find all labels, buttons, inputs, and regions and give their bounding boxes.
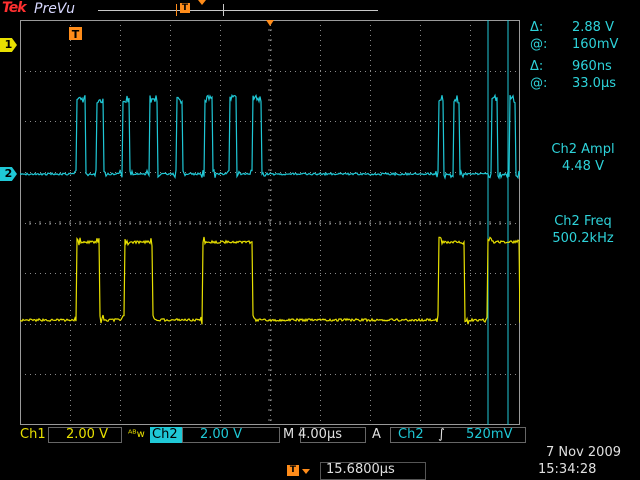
measurement-2-value: 500.2kHz	[526, 231, 640, 246]
ch1-label: Ch1	[20, 427, 46, 443]
bandwidth-limit-icon: ᴬᴮw	[128, 427, 145, 443]
time-at-value: 33.0µs	[572, 76, 616, 91]
amplitude-at-symbol: @:	[530, 37, 547, 52]
time-delta-symbol: Δ:	[530, 59, 543, 74]
graticule	[20, 20, 520, 425]
top-bar: Tek PreVu T	[0, 0, 640, 20]
amplitude-delta-value: 2.88 V	[572, 20, 614, 35]
rising-edge-icon: ∫	[438, 427, 445, 443]
measurement-panel: Δ: 2.88 V @: 160mV Δ: 960ns @: 33.0µs Ch…	[526, 20, 640, 425]
record-length-bar	[98, 10, 378, 11]
ch2-scale[interactable]: 2.00 V	[200, 427, 242, 443]
trigger-position-arrow-icon	[302, 469, 310, 474]
trigger-position[interactable]: 15.6800µs	[326, 462, 395, 478]
acquisition-mode: PreVu	[34, 1, 75, 17]
ch1-scale[interactable]: 2.00 V	[66, 427, 108, 443]
svg-text:T: T	[72, 28, 80, 41]
ch1-ground-marker[interactable]: 1	[0, 38, 17, 52]
date: 7 Nov 2009	[546, 445, 621, 461]
measurement-1-value: 4.48 V	[526, 159, 640, 174]
ch2-ground-marker[interactable]: 2	[0, 167, 17, 181]
time-at-symbol: @:	[530, 76, 547, 91]
trigger-position-arrow-icon	[198, 0, 206, 5]
status-bar: Ch1 2.00 V ᴬᴮw Ch2 2.00 V M 4.00µs A Ch2…	[0, 425, 640, 480]
measurement-1-label: Ch2 Ampl	[526, 142, 640, 157]
waveform-display[interactable]: T	[20, 20, 520, 425]
trigger-source: Ch2	[398, 427, 424, 443]
trigger-marker: T	[69, 20, 274, 41]
measurement-2-label: Ch2 Freq	[526, 214, 640, 229]
trigger-position-icon: T	[287, 465, 299, 476]
timebase-label: M	[283, 427, 294, 443]
trigger-mode: A	[372, 427, 381, 443]
trigger-indicator-icon: T	[180, 3, 190, 13]
time-delta-value: 960ns	[572, 59, 612, 74]
amplitude-delta-symbol: Δ:	[530, 20, 543, 35]
trigger-level[interactable]: 520mV	[466, 427, 512, 443]
amplitude-at-value: 160mV	[572, 37, 618, 52]
brand-logo: Tek	[2, 0, 26, 16]
time: 15:34:28	[538, 462, 596, 478]
ch2-label: Ch2	[152, 427, 178, 443]
timebase-value[interactable]: 4.00µs	[298, 427, 342, 443]
